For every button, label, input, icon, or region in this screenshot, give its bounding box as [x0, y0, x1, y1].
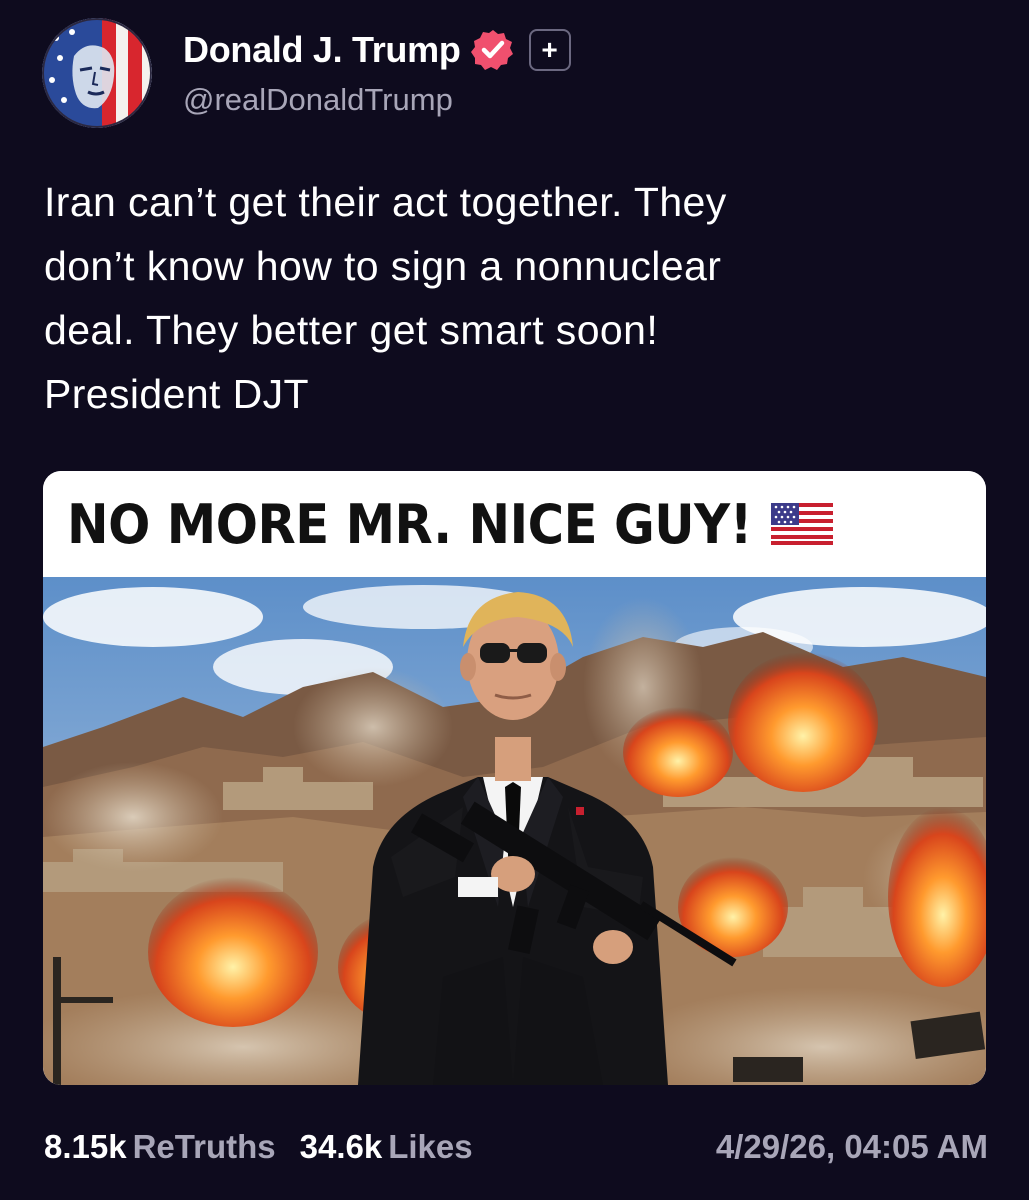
post-timestamp[interactable]: 4/29/26, 04:05 AM	[716, 1128, 988, 1166]
user-avatar-flag-portrait-icon	[42, 18, 152, 128]
retruths-label[interactable]: ReTruths	[133, 1128, 276, 1166]
media-banner-text: NO MORE MR. NICE GUY!	[67, 492, 752, 556]
likes-label[interactable]: Likes	[388, 1128, 472, 1166]
media-photo	[43, 577, 986, 1085]
us-flag-emoji-icon	[771, 503, 834, 545]
plus-badge-icon: +	[528, 29, 571, 71]
name-row: Donald J. Trump +	[183, 28, 571, 72]
photo-scene	[43, 577, 986, 1085]
post-header: Donald J. Trump + @realDonaldTrump	[42, 18, 992, 130]
post-footer: 8.15k ReTruths 34.6k Likes 4/29/26, 04:0…	[44, 1128, 988, 1172]
verified-badge-icon	[470, 30, 513, 70]
user-handle[interactable]: @realDonaldTrump	[183, 82, 453, 118]
retruths-count[interactable]: 8.15k	[44, 1128, 127, 1166]
post-text-line: don’t know how to sign a nonnuclear	[44, 243, 722, 289]
avatar[interactable]	[42, 18, 152, 128]
post-text-line: President DJT	[44, 371, 309, 417]
media-banner: NO MORE MR. NICE GUY!	[43, 471, 986, 577]
post-media-image[interactable]: NO MORE MR. NICE GUY!	[43, 471, 986, 1085]
post-stats: 8.15k ReTruths 34.6k Likes	[44, 1128, 473, 1166]
likes-count[interactable]: 34.6k	[300, 1128, 383, 1166]
post-text-line: Iran can’t get their act together. They	[44, 179, 727, 225]
post-text-line: deal. They better get smart soon!	[44, 307, 659, 353]
post-text: Iran can’t get their act together. They …	[44, 170, 984, 426]
display-name[interactable]: Donald J. Trump	[183, 29, 461, 71]
plus-badge-label: +	[541, 34, 558, 65]
